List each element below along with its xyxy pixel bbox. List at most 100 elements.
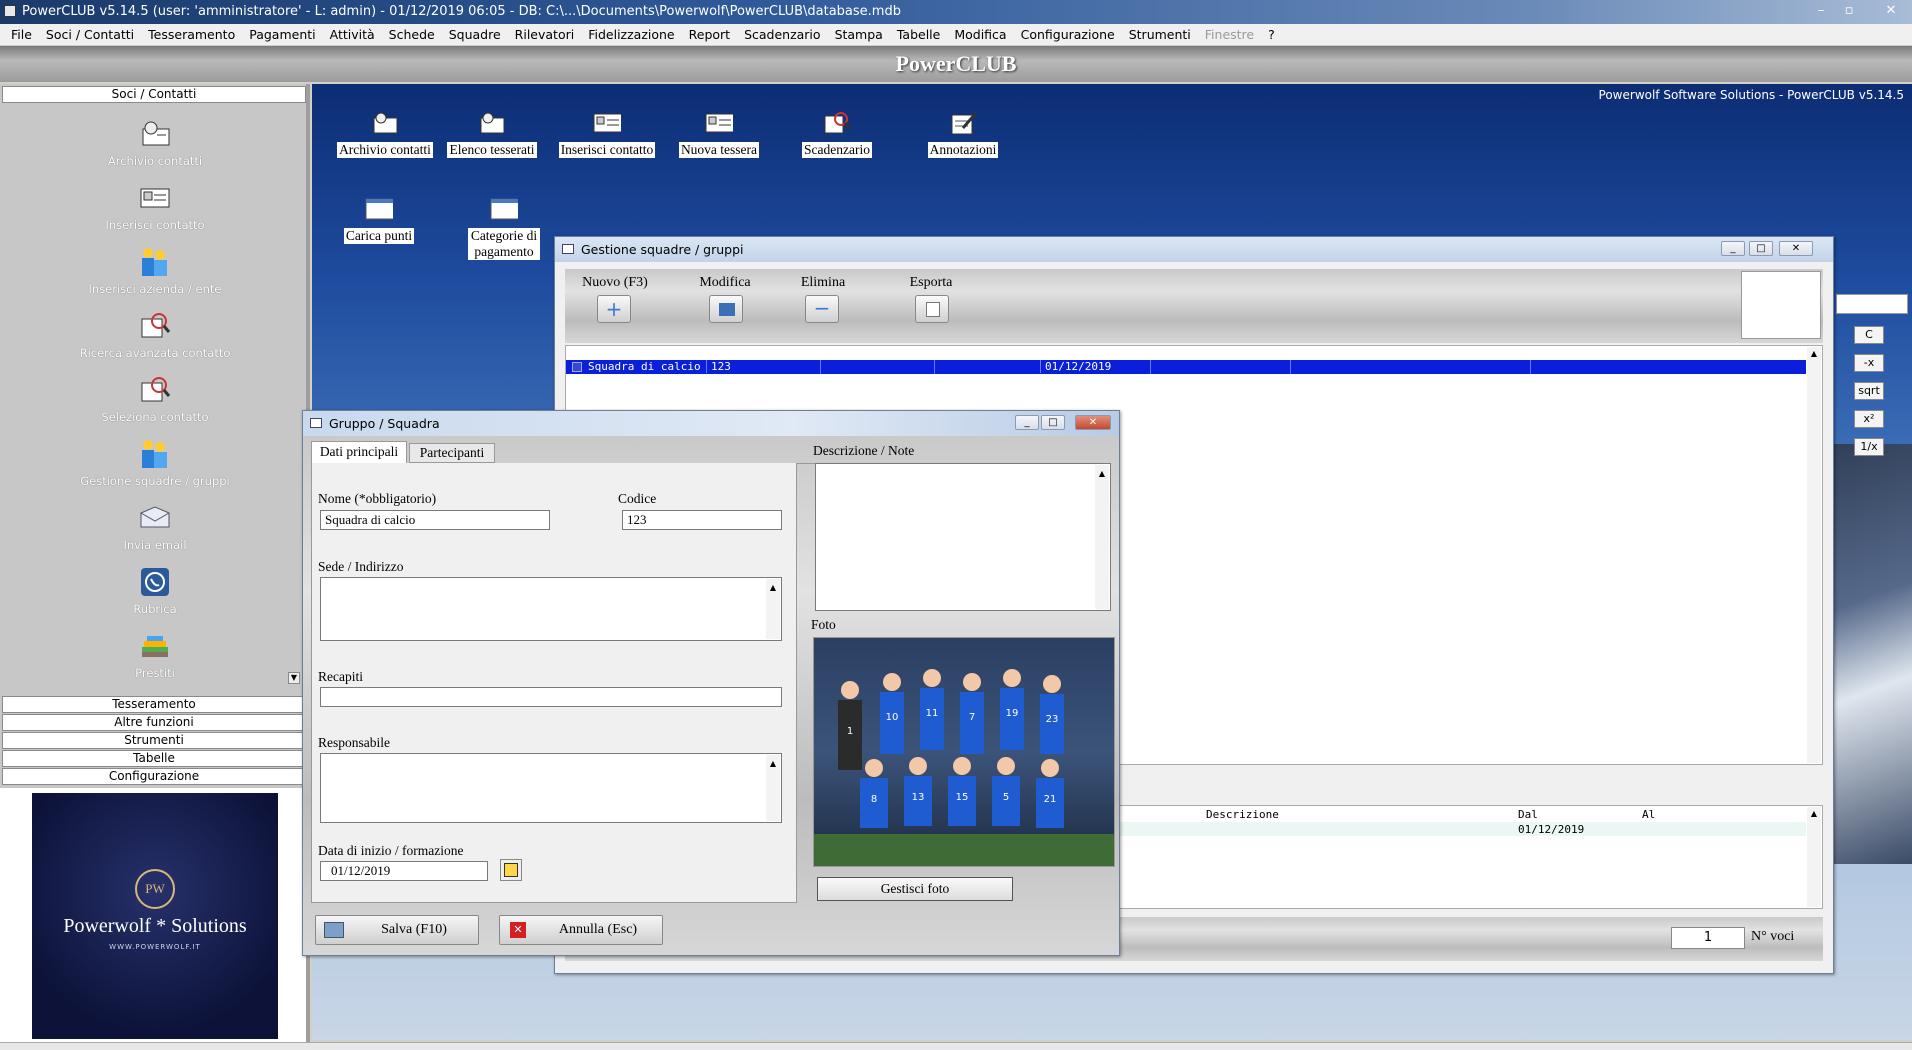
close-icon[interactable]: ✕: [1075, 415, 1111, 430]
menu-fidelizzazione[interactable]: Fidelizzazione: [581, 27, 681, 42]
menu-report[interactable]: Report: [682, 27, 737, 42]
menu-pagamenti[interactable]: Pagamenti: [242, 27, 322, 42]
close-icon[interactable]: ✕: [1779, 241, 1813, 256]
sidebar-header[interactable]: Soci / Contatti: [2, 86, 306, 103]
column-header-al[interactable]: Al: [1642, 808, 1655, 821]
toolbar: Nuovo (F3) + Modifica Elimina − Esporta: [565, 269, 1823, 343]
notepad-pencil-icon: [949, 110, 977, 136]
menu-squadre[interactable]: Squadre: [442, 27, 508, 42]
photo-number: 19: [1006, 708, 1019, 719]
desktop-icon-carica-punti[interactable]: Carica punti: [324, 196, 434, 244]
gestisci-foto-button[interactable]: Gestisci foto: [817, 877, 1013, 901]
preview-box: [1741, 271, 1821, 339]
sidebar-item-invia-email[interactable]: Invia email: [60, 502, 250, 552]
sidebar-item-archivio-contatti[interactable]: Archivio contatti: [60, 118, 250, 168]
textarea-scrollbar[interactable]: ▲: [766, 755, 780, 821]
descrizione-textarea[interactable]: ▲: [815, 463, 1111, 611]
menu-strumenti[interactable]: Strumenti: [1122, 27, 1198, 42]
sidebar-item-label: Rubrica: [133, 602, 177, 616]
edit-button-label: Modifica: [699, 275, 751, 290]
codice-input[interactable]: 123: [622, 510, 782, 530]
table-row[interactable]: Squadra di calcio 123 01/12/2019: [566, 360, 1806, 374]
menu-schede[interactable]: Schede: [382, 27, 442, 42]
menu-stampa[interactable]: Stampa: [828, 27, 890, 42]
team-code-cell: 123: [706, 360, 731, 373]
sidebar-item-ricerca-avanzata[interactable]: Ricerca avanzata contatto: [60, 310, 250, 360]
maximize-icon[interactable]: □: [1749, 241, 1773, 256]
desktop-icon-inserisci-contatto[interactable]: Inserisci contatto: [552, 110, 662, 158]
data-inizio-label: Data di inizio / formazione: [318, 843, 464, 858]
textarea-scrollbar[interactable]: ▲: [766, 579, 780, 639]
tab-partecipanti[interactable]: Partecipanti: [409, 443, 495, 463]
sidebar-item-rubrica[interactable]: Rubrica: [60, 566, 250, 616]
minimize-icon[interactable]: _: [1015, 415, 1039, 430]
sidebar-item-label: Archivio contatti: [107, 154, 203, 168]
sidebar-scroll-down-icon[interactable]: ▼: [288, 672, 300, 684]
menu-help[interactable]: ?: [1261, 27, 1282, 42]
column-header-dal[interactable]: Dal: [1518, 808, 1538, 821]
menu-modifica[interactable]: Modifica: [947, 27, 1013, 42]
calc-clear-button[interactable]: C: [1854, 326, 1884, 344]
sidebar-section-tabelle[interactable]: Tabelle: [2, 750, 306, 767]
sidebar-item-prestiti[interactable]: Prestiti: [60, 630, 250, 680]
delete-button[interactable]: −: [805, 295, 839, 323]
sidebar-section-strumenti[interactable]: Strumenti: [2, 732, 306, 749]
sidebar-section-tesseramento[interactable]: Tesseramento: [2, 696, 306, 713]
menu-file[interactable]: File: [4, 27, 39, 42]
sidebar-item-inserisci-contatto[interactable]: Inserisci contatto: [60, 182, 250, 232]
calc-square-button[interactable]: x²: [1854, 410, 1884, 428]
menu-rilevatori[interactable]: Rilevatori: [508, 27, 582, 42]
sede-textarea[interactable]: ▲: [320, 577, 782, 641]
minimize-icon[interactable]: _: [1721, 241, 1745, 256]
desktop-icon-scadenzario[interactable]: Scadenzario: [782, 110, 892, 158]
desktop-icon-annotazioni[interactable]: Annotazioni: [908, 110, 1018, 158]
calendar-button[interactable]: [500, 859, 522, 881]
menu-attivita[interactable]: Attività: [323, 27, 382, 42]
new-button[interactable]: +: [597, 295, 631, 323]
desktop-icon-elenco-tesserati[interactable]: Elenco tesserati: [437, 110, 547, 158]
textarea-scrollbar[interactable]: ▲: [1095, 465, 1109, 609]
app-title: PowerCLUB v5.14.5 (user: 'amministratore…: [22, 4, 901, 19]
export-button[interactable]: [915, 295, 949, 323]
app-title-bar: PowerCLUB v5.14.5 (user: 'amministratore…: [0, 0, 1912, 24]
menu-tabelle[interactable]: Tabelle: [890, 27, 948, 42]
maximize-icon[interactable]: □: [1041, 415, 1065, 430]
edit-button[interactable]: [709, 295, 743, 323]
salva-button[interactable]: Salva (F10): [315, 915, 479, 945]
history-scrollbar[interactable]: ▲: [1807, 807, 1821, 907]
recapiti-input[interactable]: [320, 687, 782, 707]
data-inizio-input[interactable]: 01/12/2019: [320, 861, 488, 881]
sidebar-section-altre-funzioni[interactable]: Altre funzioni: [2, 714, 306, 731]
nome-input[interactable]: Squadra di calcio: [320, 510, 550, 530]
menu-finestre[interactable]: Finestre: [1198, 27, 1261, 42]
record-count-label: N° voci: [1751, 929, 1795, 944]
annulla-button[interactable]: ✕ Annulla (Esc): [499, 915, 663, 945]
grid-scrollbar[interactable]: ▲: [1807, 347, 1821, 763]
scroll-up-icon[interactable]: ▲: [1807, 809, 1821, 818]
desktop-icon-nuova-tessera[interactable]: Nuova tessera: [664, 110, 774, 158]
sidebar-item-inserisci-azienda[interactable]: Inserisci azienda / ente: [60, 246, 250, 296]
tab-dati-principali[interactable]: Dati principali: [311, 441, 407, 463]
maximize-icon[interactable]: ▫: [1838, 2, 1860, 20]
menu-tesseramento[interactable]: Tesseramento: [141, 27, 242, 42]
desktop-icon-archivio-contatti[interactable]: Archivio contatti: [330, 110, 440, 158]
calc-reciprocal-button[interactable]: 1/x: [1854, 438, 1884, 456]
responsabile-textarea[interactable]: ▲: [320, 753, 782, 823]
menu-soci[interactable]: Soci / Contatti: [39, 27, 141, 42]
sidebar-item-gestione-squadre[interactable]: Gestione squadre / gruppi: [60, 438, 250, 488]
calc-sqrt-button[interactable]: sqrt: [1854, 382, 1884, 400]
sidebar-item-seleziona-contatto[interactable]: Seleziona contatto: [60, 374, 250, 424]
sidebar-section-configurazione[interactable]: Configurazione: [2, 768, 306, 785]
desktop-icon-categorie-pagamento[interactable]: Categorie di pagamento: [449, 196, 559, 260]
calc-negate-button[interactable]: -x: [1854, 354, 1884, 372]
column-header-descrizione[interactable]: Descrizione: [1206, 808, 1279, 821]
minimize-icon[interactable]: –: [1810, 2, 1832, 20]
row-checkbox[interactable]: [572, 362, 582, 372]
menu-scadenzario[interactable]: Scadenzario: [737, 27, 828, 42]
menu-configurazione[interactable]: Configurazione: [1014, 27, 1122, 42]
scroll-up-icon[interactable]: ▲: [1807, 349, 1821, 358]
close-icon[interactable]: ✕: [1880, 2, 1902, 20]
desktop-icon-label: Inserisci contatto: [558, 142, 656, 158]
nome-label: Nome (*obbligatorio): [318, 491, 437, 506]
photo-number: 1: [847, 726, 853, 737]
